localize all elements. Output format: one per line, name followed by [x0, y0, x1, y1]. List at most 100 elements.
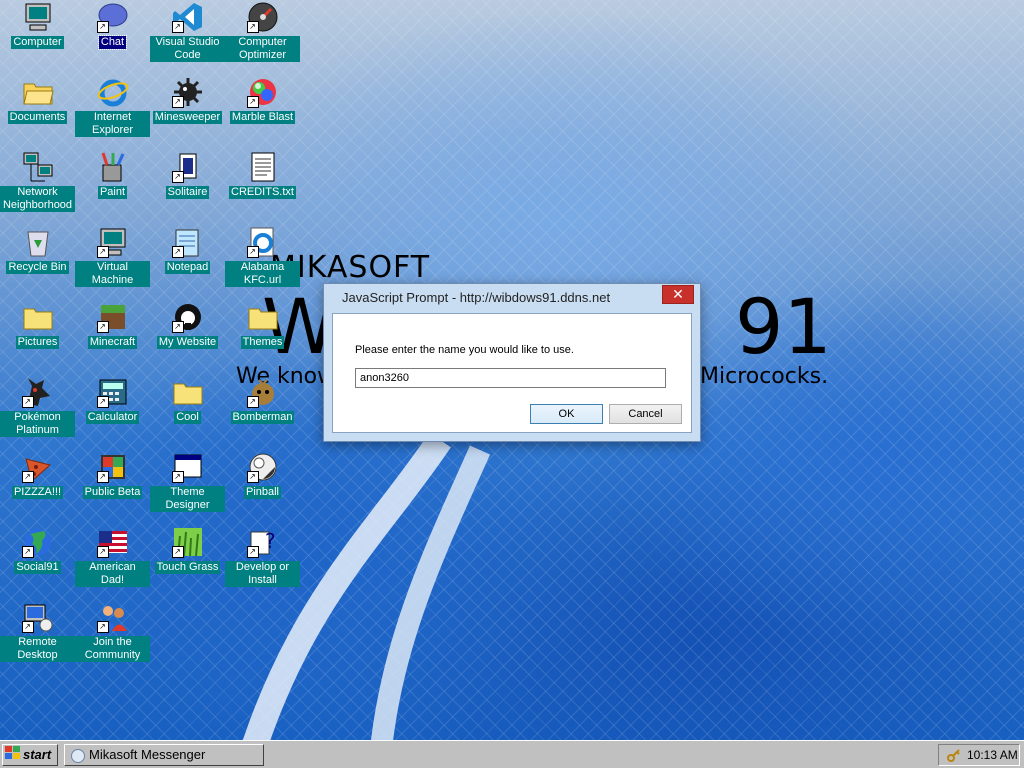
shortcut-arrow-icon: ↗	[246, 21, 259, 33]
desktop-icon[interactable]: Pictures	[0, 301, 75, 349]
desktop-icon[interactable]: ↗ American Dad!	[75, 526, 150, 587]
desktop-icon-label: American Dad!	[75, 561, 150, 587]
desktop-icon[interactable]: ↗ My Website	[150, 301, 225, 349]
desktop-icon[interactable]: Themes	[225, 301, 300, 349]
desktop-icon[interactable]: ↗ Theme Designer	[150, 451, 225, 512]
wallpaper-tagline-right: Micrococks.	[700, 364, 829, 389]
clock[interactable]: 10:13 AM	[967, 745, 1018, 765]
shortcut-arrow-icon: ↗	[96, 21, 109, 33]
ok-button[interactable]: OK	[530, 404, 603, 424]
pokemon-icon: ↗	[21, 376, 54, 408]
shortcut-arrow-icon: ↗	[171, 321, 184, 333]
paint-icon	[97, 151, 129, 183]
name-input[interactable]	[355, 368, 666, 388]
taskbar-item-mikasoft-messenger[interactable]: Mikasoft Messenger	[64, 744, 264, 766]
notepad-icon: ↗	[171, 226, 204, 258]
shortcut-arrow-icon: ↗	[171, 546, 184, 558]
desktop-icon-label: Paint	[97, 186, 128, 199]
folder-icon	[247, 301, 279, 333]
desktop-icon-label: Social91	[14, 561, 61, 574]
start-button[interactable]: start	[2, 744, 58, 766]
desktop-icon[interactable]: ↗ Visual Studio Code	[150, 1, 225, 62]
desktop-icon-label: Marble Blast	[229, 111, 296, 124]
computer-icon: ↗	[96, 226, 129, 258]
public-beta-icon: ↗	[96, 451, 129, 483]
folder-open-icon	[22, 76, 54, 108]
key-icon[interactable]	[947, 748, 961, 768]
desktop-icon[interactable]: ↗ Bomberman	[225, 376, 300, 424]
desktop-icon[interactable]: Paint	[75, 151, 150, 199]
folder-icon	[22, 301, 54, 333]
desktop-icon[interactable]: ↗ Marble Blast	[225, 76, 300, 124]
desktop-icon-label: Internet Explorer	[75, 111, 150, 137]
network-icon	[22, 151, 54, 183]
desktop-icon-label: Virtual Machine	[75, 261, 150, 287]
desktop-icon[interactable]: ↗ Pinball	[225, 451, 300, 499]
text-file-icon	[247, 151, 279, 183]
globe-icon: ↗	[21, 526, 54, 558]
internet-explorer-icon	[97, 76, 129, 108]
remote-desktop-icon: ↗	[21, 601, 54, 633]
shortcut-arrow-icon: ↗	[96, 621, 109, 633]
chat-bubble-icon: ↗	[96, 1, 129, 33]
us-flag-icon: ↗	[96, 526, 129, 558]
desktop-icon-label: Chat	[97, 35, 128, 50]
desktop-icon[interactable]: CREDITS.txt	[225, 151, 300, 199]
desktop-icon-label: Public Beta	[82, 486, 143, 499]
dialog-title: JavaScript Prompt - http://wibdows91.ddn…	[342, 290, 611, 305]
desktop-icon[interactable]: ↗ Join the Community	[75, 601, 150, 662]
people-icon: ↗	[96, 601, 129, 633]
desktop-icon[interactable]: ↗ Pokémon Platinum	[0, 376, 75, 437]
desktop-icon[interactable]: Cool	[150, 376, 225, 424]
shortcut-arrow-icon: ↗	[246, 246, 259, 258]
close-icon: ✕	[672, 286, 684, 302]
desktop-icon-label: Alabama KFC.url	[225, 261, 300, 287]
desktop-icon[interactable]: ↗ Social91	[0, 526, 75, 574]
desktop-icon-label: Bomberman	[230, 411, 295, 424]
shortcut-arrow-icon: ↗	[96, 246, 109, 258]
desktop-icon[interactable]: ↗ Public Beta	[75, 451, 150, 499]
desktop-icon-label: Documents	[7, 111, 68, 124]
close-button[interactable]: ✕	[662, 285, 694, 304]
desktop-icon[interactable]: ↗ Minesweeper	[150, 76, 225, 124]
dialog-prompt-text: Please enter the name you would like to …	[355, 344, 574, 356]
desktop-icon-label: Theme Designer	[150, 486, 225, 512]
marble-icon: ↗	[246, 76, 279, 108]
mine-icon: ↗	[171, 76, 204, 108]
desktop-icon-label: Themes	[240, 336, 285, 349]
shortcut-arrow-icon: ↗	[171, 246, 184, 258]
desktop-icon-label: Pinball	[243, 486, 282, 499]
desktop-icon[interactable]: Computer	[0, 1, 75, 49]
cancel-button[interactable]: Cancel	[609, 404, 682, 424]
desktop-icon[interactable]: ↗ Notepad	[150, 226, 225, 274]
shortcut-arrow-icon: ↗	[96, 396, 109, 408]
desktop-icon[interactable]: Recycle Bin	[0, 226, 75, 274]
gauge-icon: ↗	[246, 1, 279, 33]
bomberman-icon: ↗	[246, 376, 279, 408]
shortcut-arrow-icon: ↗	[246, 546, 259, 558]
desktop-icon[interactable]: ↗ PIZZZA!!!	[0, 451, 75, 499]
shortcut-arrow-icon: ↗	[21, 546, 34, 558]
desktop-icon[interactable]: ↗ Alabama KFC.url	[225, 226, 300, 287]
desktop-icon[interactable]: ↗ Virtual Machine	[75, 226, 150, 287]
desktop-icon[interactable]: ↗ Remote Desktop	[0, 601, 75, 662]
pizza-icon: ↗	[21, 451, 54, 483]
desktop-icon[interactable]: ↗ Computer Optimizer	[225, 1, 300, 62]
computer-icon	[22, 1, 54, 33]
desktop-icon[interactable]: ↗ Solitaire	[150, 151, 225, 199]
desktop-icon[interactable]: ↗ Touch Grass	[150, 526, 225, 574]
desktop-icon[interactable]: ↗ Chat	[75, 1, 150, 50]
desktop-icon-label: Remote Desktop	[0, 636, 75, 662]
desktop-icon[interactable]: ↗ Minecraft	[75, 301, 150, 349]
desktop-icon-label: Network Neighborhood	[0, 186, 75, 212]
shortcut-arrow-icon: ↗	[96, 321, 109, 333]
desktop-icon[interactable]: Internet Explorer	[75, 76, 150, 137]
desktop-icon[interactable]: Network Neighborhood	[0, 151, 75, 212]
shortcut-arrow-icon: ↗	[96, 471, 109, 483]
desktop-icon-label: Touch Grass	[154, 561, 221, 574]
desktop-icon[interactable]: ↗ Calculator	[75, 376, 150, 424]
wallpaper-big-right: 91	[735, 282, 832, 371]
folder-icon	[172, 376, 204, 408]
desktop-icon[interactable]: ? ↗ Develop or Install	[225, 526, 300, 587]
desktop-icon[interactable]: Documents	[0, 76, 75, 124]
